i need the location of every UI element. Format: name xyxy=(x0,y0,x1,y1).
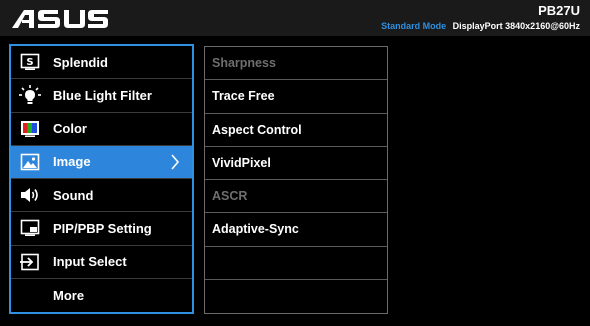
bulb-icon xyxy=(19,85,41,105)
menu-item-sound[interactable]: Sound xyxy=(11,179,192,213)
submenu-item-empty xyxy=(205,280,387,313)
splendid-icon: S xyxy=(19,52,41,72)
speaker-icon xyxy=(19,185,41,205)
menu-label: PIP/PBP Setting xyxy=(53,220,152,236)
asus-logo xyxy=(12,10,108,28)
submenu-item-vividpixel[interactable]: VividPixel xyxy=(205,147,387,180)
sub-menu: Sharpness Trace Free Aspect Control Vivi… xyxy=(204,46,388,314)
submenu-item-trace-free[interactable]: Trace Free xyxy=(205,80,387,114)
menu-label: Blue Light Filter xyxy=(53,87,152,103)
main-menu: S Splendid Blue Light Filter Color Image… xyxy=(9,44,194,314)
menu-label: Input Select xyxy=(53,254,127,270)
menu-label: Color xyxy=(53,121,87,137)
submenu-item-aspect-control[interactable]: Aspect Control xyxy=(205,114,387,147)
menu-label: Sound xyxy=(53,187,94,203)
model-name: PB27U xyxy=(538,3,580,18)
submenu-item-sharpness: Sharpness xyxy=(205,47,387,81)
svg-text:S: S xyxy=(26,57,33,68)
menu-item-pip-pbp-setting[interactable]: PIP/PBP Setting xyxy=(11,212,192,246)
menu-item-color[interactable]: Color xyxy=(11,113,192,146)
menu-item-image[interactable]: Image xyxy=(11,145,192,179)
menu-item-splendid[interactable]: S Splendid xyxy=(11,46,192,80)
image-icon xyxy=(19,152,41,172)
menu-label: Image xyxy=(53,154,91,170)
empty-icon-slot xyxy=(19,285,41,305)
status-line: Standard Mode DisplayPort 3840x2160@60Hz xyxy=(381,21,580,31)
submenu-item-empty xyxy=(205,247,387,280)
mode-label: Standard Mode xyxy=(381,21,447,31)
chevron-right-icon xyxy=(170,153,180,174)
color-icon xyxy=(19,119,41,139)
input-icon xyxy=(19,252,41,272)
osd-header: PB27U Standard Mode DisplayPort 3840x216… xyxy=(0,0,590,36)
port-resolution: DisplayPort 3840x2160@60Hz xyxy=(452,21,580,31)
submenu-item-ascr: ASCR xyxy=(205,180,387,214)
menu-item-more[interactable]: More xyxy=(11,279,192,312)
pip-icon xyxy=(19,218,41,238)
menu-label: Splendid xyxy=(53,54,108,70)
menu-item-blue-light-filter[interactable]: Blue Light Filter xyxy=(11,79,192,113)
menu-label: More xyxy=(53,287,85,303)
submenu-item-adaptive-sync[interactable]: Adaptive-Sync xyxy=(205,213,387,247)
menu-item-input-select[interactable]: Input Select xyxy=(11,246,192,279)
